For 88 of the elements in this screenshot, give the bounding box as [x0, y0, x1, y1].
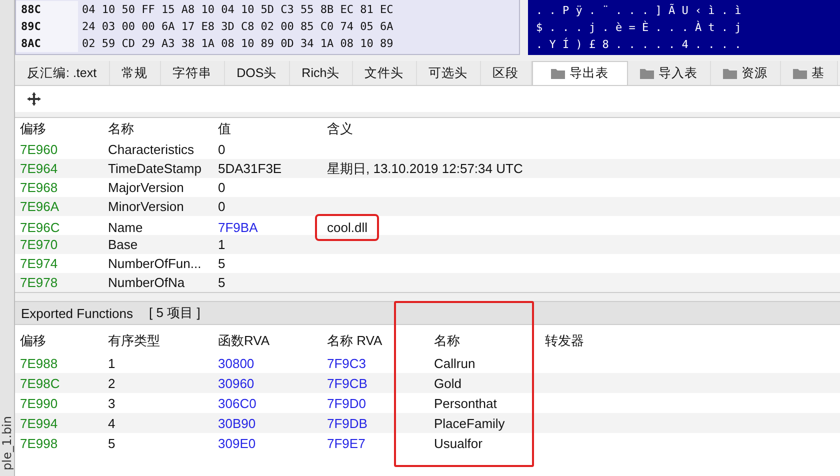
item-count: [ 5 项目 ] — [149, 304, 200, 322]
column-header[interactable]: 名称 RVA — [322, 333, 382, 348]
column-header[interactable]: 有序类型 — [103, 333, 160, 348]
name-rva-cell[interactable]: 7F9CB — [322, 376, 429, 390]
hex-offset: 8AC — [16, 35, 78, 52]
tab[interactable]: DOS头 — [224, 61, 290, 85]
column-header[interactable]: 函数RVA — [213, 333, 270, 348]
meaning-cell-text: 星期日, 13.10.2019 12:57:34 UTC — [326, 160, 524, 178]
name-cell-text: NumberOfFun... — [107, 256, 202, 271]
name-cell-text: Characteristics — [107, 142, 195, 157]
offset-cell-text: 7E978 — [19, 275, 59, 290]
move-icon[interactable] — [27, 92, 41, 106]
tab[interactable]: 文件头 — [352, 61, 417, 85]
tab[interactable]: Rich头 — [290, 61, 353, 85]
function-name-cell-text: PlaceFamily — [433, 416, 506, 430]
tab[interactable]: 导入表 — [628, 61, 711, 85]
function-name-cell-text: Usualfor — [433, 436, 484, 450]
column-header[interactable]: 偏移 — [15, 120, 103, 138]
folder-icon — [722, 68, 737, 78]
name-cell-text: TimeDateStamp — [107, 161, 202, 176]
name-rva-cell[interactable]: 7F9C3 — [322, 356, 429, 370]
value-cell-text: 0 — [217, 180, 226, 195]
folder-icon — [792, 68, 807, 78]
column-header[interactable]: 偏移 — [15, 333, 46, 348]
ordinal-cell-text: 4 — [107, 416, 116, 430]
tab[interactable]: 基 — [780, 61, 838, 85]
column-header[interactable]: 值 — [213, 120, 322, 138]
tab[interactable]: 常规 — [110, 61, 161, 85]
folder-icon — [640, 68, 654, 78]
name-cell-text: MajorVersion — [107, 180, 185, 195]
offset-cell-text: 7E96A — [19, 199, 60, 214]
offset-cell-text: 7E998 — [19, 436, 59, 450]
function-name-cell-text: Gold — [433, 376, 462, 390]
offset-cell-text: 7E960 — [19, 142, 59, 157]
offset-cell-text: 7E990 — [19, 396, 59, 410]
offset-cell-text: 7E974 — [19, 256, 59, 271]
offset-cell-text: 7E988 — [19, 356, 59, 370]
hex-bytes: 02 59 CD 29 A3 38 1A 08 10 89 0D 34 1A 08 10 89 — [81, 37, 394, 50]
value-cell-text: 5 — [217, 275, 226, 290]
value-cell-text: 0 — [217, 142, 226, 157]
ascii-text: . Y Í ) £ 8 . . . . . 4 . . . . — [535, 36, 742, 53]
column-header[interactable]: 含义 — [322, 120, 840, 138]
tab[interactable]: 可选头 — [416, 61, 481, 85]
offset-cell-text: 7E994 — [19, 416, 59, 430]
function-rva-cell[interactable]: 30800 — [213, 356, 322, 370]
offset-cell-text: 7E968 — [19, 180, 59, 195]
ordinal-cell-text: 1 — [107, 356, 116, 370]
function-rva-cell[interactable]: 30960 — [213, 376, 322, 390]
column-header[interactable]: 名称 — [103, 120, 213, 138]
tab[interactable]: 反汇编: .text — [15, 61, 110, 85]
hex-bytes: 24 03 00 00 6A 17 E8 3D C8 02 00 85 C0 74 05 6A — [81, 20, 394, 33]
name-cell-text: NumberOfNa — [107, 275, 186, 290]
ordinal-cell-text: 3 — [107, 396, 116, 410]
ordinal-cell-text: 5 — [107, 436, 116, 450]
tab[interactable]: 区段 — [480, 61, 532, 85]
ascii-text: $ . . . j . è = È . . . À t . j — [535, 20, 742, 36]
name-cell-text: MinorVersion — [107, 199, 185, 214]
function-rva-cell[interactable]: 306C0 — [213, 396, 322, 410]
value-cell-text: 5 — [217, 256, 226, 271]
value-cell-text: 0 — [217, 199, 226, 214]
function-name-cell-text: Personthat — [433, 396, 498, 410]
section-title: Exported Functions — [21, 306, 134, 320]
name-cell-text: Name — [107, 220, 144, 235]
hex-offset: 89C — [16, 18, 78, 35]
name-cell-text: Base — [107, 237, 139, 252]
hex-offset: 88C — [16, 1, 78, 18]
offset-cell-text: 7E96C — [19, 220, 61, 235]
name-rva-cell[interactable]: 7F9D0 — [322, 396, 429, 410]
offset-cell-text: 7E970 — [19, 237, 59, 252]
function-rva-cell[interactable]: 309E0 — [213, 436, 322, 450]
value-cell-text: 1 — [217, 237, 226, 252]
column-header[interactable]: 名称 — [429, 333, 460, 348]
hex-bytes: 04 10 50 FF 15 A8 10 04 10 5D C3 55 8B EC 81 EC — [81, 3, 394, 16]
function-name-cell-text: Callrun — [433, 356, 476, 370]
tab[interactable]: 字符串 — [160, 61, 225, 85]
folder-icon — [550, 68, 565, 79]
ordinal-cell-text: 2 — [107, 376, 116, 390]
offset-cell-text: 7E98C — [19, 376, 61, 390]
tab[interactable]: 资源 — [710, 61, 781, 85]
name-rva-cell[interactable]: 7F9DB — [322, 416, 429, 430]
ascii-text: . . P ÿ . ¨ . . . ] Ã U ‹ ì . ì — [535, 2, 742, 19]
name-rva-cell[interactable]: 7F9E7 — [322, 436, 429, 450]
column-header[interactable]: 转发器 — [540, 333, 584, 348]
offset-cell-text: 7E964 — [19, 161, 59, 176]
file-name-label: ple_1.bin — [0, 416, 14, 470]
function-rva-cell[interactable]: 30B90 — [213, 416, 322, 430]
tab[interactable]: 导出表 — [532, 61, 628, 85]
value-cell-text: 5DA31F3E — [217, 161, 283, 176]
